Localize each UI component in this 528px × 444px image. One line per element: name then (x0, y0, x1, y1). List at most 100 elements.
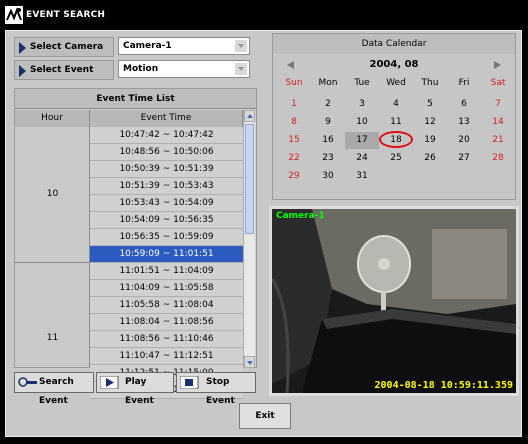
calendar-day[interactable]: 30 (311, 168, 345, 185)
calendar-title: Data Calendar (273, 34, 515, 54)
hour-label: 10 (46, 189, 59, 199)
event-time-row[interactable]: 10:51:39 ~ 10:53:43 (90, 178, 243, 195)
scrollbar-thumb[interactable] (245, 124, 254, 234)
bullet-triangle-icon (19, 42, 26, 54)
calendar-day[interactable]: 31 (345, 168, 379, 185)
exit-button[interactable]: Exit (239, 403, 291, 429)
scroll-down-icon[interactable] (244, 356, 255, 368)
event-time-row[interactable]: 10:56:35 ~ 10:59:09 (90, 229, 243, 246)
calendar-day[interactable]: 13 (447, 114, 481, 131)
event-time-row[interactable]: 10:50:39 ~ 10:51:39 (90, 161, 243, 178)
event-time-row[interactable]: 11:10:47 ~ 11:12:51 (90, 348, 243, 365)
play-icon (100, 376, 119, 389)
calendar-day[interactable]: 16 (311, 132, 345, 149)
calendar-day[interactable]: 20 (447, 132, 481, 149)
event-time-row[interactable]: 10:54:09 ~ 10:56:35 (90, 212, 243, 229)
video-timestamp: 2004-08-18 10:59:11.359 (374, 380, 513, 391)
calendar-day[interactable]: 11 (379, 114, 413, 131)
calendar-month-label: 2004, 08 (369, 59, 419, 70)
search-event-label: Search Event (39, 377, 74, 406)
event-time-row[interactable]: 11:04:09 ~ 11:05:58 (90, 280, 243, 297)
calendar-day[interactable]: 22 (277, 150, 311, 167)
camera-dropdown[interactable]: Camera-1 (118, 37, 250, 55)
calendar-day[interactable]: 21 (481, 132, 515, 149)
play-event-button[interactable]: Play Event (96, 372, 174, 406)
weekday-header: Sat (490, 78, 506, 88)
calendar-day[interactable]: 1 (277, 96, 311, 113)
title-bar: EVENT SEARCH (0, 0, 528, 30)
calendar-day[interactable]: 2 (311, 96, 345, 113)
camera-overlay-label: Camera-1 (276, 211, 325, 221)
hour-group-cell: 11 (15, 263, 90, 367)
event-time-list: Event Time List Hour Event Time 10 11 10… (14, 88, 257, 399)
calendar-day[interactable]: 28 (481, 150, 515, 167)
window-title: EVENT SEARCH (26, 10, 106, 20)
weekday-header: Tue (354, 78, 370, 88)
calendar-day[interactable]: 6 (447, 96, 481, 113)
calendar-day[interactable]: 8 (277, 114, 311, 131)
column-header-hour: Hour (15, 110, 90, 127)
calendar-day[interactable]: 23 (311, 150, 345, 167)
calendar-day[interactable]: 24 (345, 150, 379, 167)
camera-frame-image (272, 209, 516, 393)
calendar-day[interactable]: 5 (413, 96, 447, 113)
video-preview: Camera-1 2004-08-18 10:59:11.359 (269, 206, 519, 396)
calendar-day[interactable]: 27 (447, 150, 481, 167)
weekday-header: Fri (458, 78, 470, 88)
calendar-day[interactable]: 26 (413, 150, 447, 167)
chevron-down-icon[interactable] (235, 40, 247, 52)
magnifier-icon (18, 377, 37, 387)
event-time-row[interactable]: 10:59:09 ~ 11:01:51 (90, 246, 243, 263)
event-time-row[interactable]: 10:48:56 ~ 10:50:06 (90, 144, 243, 161)
scroll-up-icon[interactable] (244, 110, 255, 122)
weekday-header: Wed (386, 78, 406, 88)
camera-select-row: Select Camera Camera-1 (14, 37, 254, 57)
app-logo-icon (5, 6, 23, 24)
calendar-day[interactable]: 19 (413, 132, 447, 149)
data-calendar: Data Calendar 2004, 08 Sun Mon Tue Wed Thu Fr… (272, 33, 516, 200)
search-event-button[interactable]: Search Event (14, 372, 94, 406)
calendar-day[interactable]: 17 (345, 132, 379, 149)
calendar-day[interactable]: 3 (345, 96, 379, 113)
stop-icon (180, 376, 199, 389)
event-time-list-title: Event Time List (15, 89, 256, 109)
calendar-day[interactable]: 12 (413, 114, 447, 131)
calendar-day[interactable]: 4 (379, 96, 413, 113)
hour-label: 11 (46, 333, 59, 343)
next-month-icon[interactable] (494, 61, 501, 69)
calendar-day[interactable]: 15 (277, 132, 311, 149)
calendar-month-nav: 2004, 08 (273, 54, 515, 76)
calendar-day[interactable]: 10 (345, 114, 379, 131)
event-select-label-box: Select Event (14, 60, 114, 80)
event-dropdown-value: Motion (123, 64, 159, 74)
column-header-event-time: Event Time (90, 110, 243, 127)
weekday-header: Sun (285, 78, 303, 88)
play-event-label: Play Event (125, 377, 154, 406)
hour-group-cell: 10 (15, 127, 90, 263)
event-select-label: Select Event (30, 65, 94, 75)
event-search-window: EVENT SEARCH Select Camera Camera-1 Sele… (0, 0, 528, 444)
bullet-triangle-icon (19, 65, 26, 77)
chevron-down-icon[interactable] (235, 63, 247, 75)
calendar-day[interactable]: 14 (481, 114, 515, 131)
event-time-row[interactable]: 11:05:58 ~ 11:08:04 (90, 297, 243, 314)
event-time-row[interactable]: 10:53:43 ~ 10:54:09 (90, 195, 243, 212)
calendar-day[interactable]: 29 (277, 168, 311, 185)
selected-day-circle (379, 131, 413, 148)
main-panel: Select Camera Camera-1 Select Event Moti… (5, 30, 522, 437)
event-time-row[interactable]: 11:08:04 ~ 11:08:56 (90, 314, 243, 331)
camera-select-label: Select Camera (30, 42, 104, 52)
prev-month-icon[interactable] (287, 61, 294, 69)
calendar-day[interactable]: 25 (379, 150, 413, 167)
camera-select-label-box: Select Camera (14, 37, 114, 57)
stop-event-button[interactable]: Stop Event (176, 372, 256, 406)
calendar-day[interactable]: 9 (311, 114, 345, 131)
calendar-day[interactable]: 7 (481, 96, 515, 113)
event-time-row[interactable]: 11:01:51 ~ 11:04:09 (90, 263, 243, 280)
camera-dropdown-value: Camera-1 (123, 41, 172, 51)
event-list-scrollbar[interactable] (243, 110, 255, 368)
event-time-row[interactable]: 10:47:42 ~ 10:47:42 (90, 127, 243, 144)
weekday-header: Mon (318, 78, 338, 88)
event-time-row[interactable]: 11:08:56 ~ 11:10:46 (90, 331, 243, 348)
event-dropdown[interactable]: Motion (118, 60, 250, 78)
